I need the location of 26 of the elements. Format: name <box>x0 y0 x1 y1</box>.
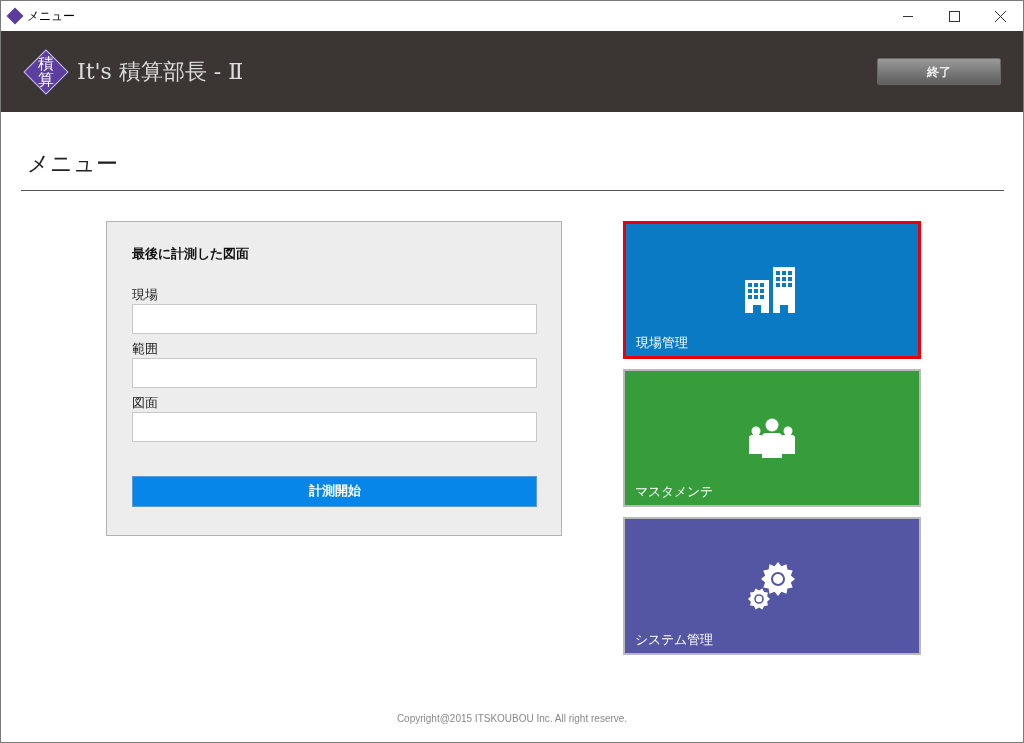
window-title: メニュー <box>27 8 75 25</box>
minimize-icon <box>903 15 913 17</box>
input-field[interactable] <box>132 411 537 442</box>
tile-label: 現場管理 <box>636 333 688 352</box>
menu-tile[interactable]: マスタメンテ <box>623 369 921 507</box>
app-name: It's 積算部長 - Ⅱ <box>77 58 244 86</box>
tile-label: マスタメンテ <box>635 482 713 501</box>
logo-character: 算 <box>38 71 54 88</box>
field-label: 範囲 <box>132 339 159 358</box>
field-label: 図面 <box>132 393 159 412</box>
panel-title: 最後に計測した図面 <box>132 245 250 263</box>
tile-label: システム管理 <box>635 630 713 649</box>
input-field[interactable] <box>132 303 537 334</box>
people-icon <box>749 418 795 458</box>
gears-icon <box>748 562 796 610</box>
field-label: 現場 <box>132 285 159 304</box>
menu-tile[interactable]: システム管理 <box>623 517 921 655</box>
start-measure-button[interactable]: 計測開始 <box>132 475 537 507</box>
exit-button[interactable]: 終了 <box>877 58 1001 85</box>
close-icon <box>994 10 1006 22</box>
page-title: メニュー <box>21 147 1004 191</box>
menu-tile[interactable]: 現場管理 <box>623 221 921 359</box>
logo-character: 積 <box>38 55 54 72</box>
copyright-text: Copyright@2015 ITSKOUBOU Inc. All right reserve. <box>396 712 628 726</box>
maximize-icon <box>948 10 960 22</box>
input-field[interactable] <box>132 357 537 388</box>
